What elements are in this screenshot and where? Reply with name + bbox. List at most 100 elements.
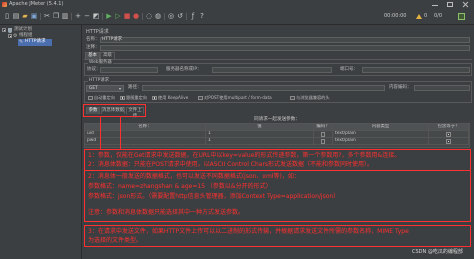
tab-content-border: [84, 59, 472, 60]
log-viewer-icon[interactable]: [458, 13, 465, 20]
start-no-pauses-icon[interactable]: ▷: [114, 12, 122, 21]
table-row[interactable]: uid 1 text/plain: [85, 131, 469, 138]
toolbar-separator: [71, 13, 72, 20]
maximize-icon[interactable]: [447, 2, 453, 7]
tab-parameters[interactable]: 参数: [86, 107, 100, 114]
annotation-connector-line: [120, 117, 121, 149]
tree-item-label: 线程组: [19, 32, 33, 38]
protocol-label: 协议：: [87, 67, 101, 72]
reset-search-icon[interactable]: ↺: [176, 12, 184, 21]
paste-icon[interactable]: ▥: [61, 12, 69, 21]
minimize-icon[interactable]: [432, 2, 438, 7]
jmeter-window: Apache JMeter (5.4.1) ▯ ▤ ▰ ▣ ✂ ❐ ▥ + − ◩ ▶ ▷ ■ ● ◌ ◍ ◎ ↺…: [0, 0, 474, 259]
shutdown-icon[interactable]: ●: [132, 12, 140, 21]
params-title: 同请求一起发送参数：: [254, 117, 300, 122]
table-row[interactable]: pwd 1 text/plain: [85, 138, 469, 145]
toggle-icon[interactable]: ◩: [92, 12, 100, 21]
follow-redirects-checkbox[interactable]: [120, 95, 125, 100]
help-icon[interactable]: ?: [198, 12, 206, 21]
redirect-automatically-checkbox[interactable]: [88, 95, 93, 100]
port-label: 端口号：: [340, 67, 358, 72]
option-label: 对POST使用multipart / form-data: [204, 95, 272, 100]
annotation-line: 2：消息体一般发送的数据格式，也可以发送不同数据格式(json、xml等)，如：: [88, 173, 300, 180]
encode-checkbox[interactable]: [320, 139, 326, 144]
method-select[interactable]: GET: [86, 85, 124, 92]
table-header: 名称： 值 编码？ 内容类型 包含等于？: [85, 124, 469, 131]
params-table: 名称： 值 编码？ 内容类型 包含等于？ uid 1 text/plain pw…: [84, 123, 470, 148]
column-header-name[interactable]: 名称：: [85, 124, 206, 131]
collapse-icon[interactable]: [2, 28, 6, 32]
name-input[interactable]: HTTP请求: [100, 37, 470, 43]
param-name-cell[interactable]: pwd: [85, 138, 206, 145]
copy-icon[interactable]: ❐: [52, 12, 60, 21]
warning-icon[interactable]: [416, 14, 422, 19]
annotation-line: 参数格式：name=zhangshan & age=15 （参数以&分开的形式）: [88, 183, 272, 190]
method-value: GET: [89, 85, 98, 91]
param-include-equals-cell[interactable]: [429, 138, 469, 145]
pencil-icon: [19, 40, 24, 45]
param-content-type-cell[interactable]: text/plain: [333, 138, 429, 145]
templates-icon[interactable]: ▤: [12, 12, 20, 21]
tab-files-upload[interactable]: 文件上传: [126, 107, 144, 119]
clear-all-icon[interactable]: ◍: [154, 12, 162, 21]
include-equals-checkbox[interactable]: [446, 132, 451, 137]
gear-icon: [13, 34, 18, 39]
cut-icon[interactable]: ✂: [43, 12, 51, 21]
column-header-encode[interactable]: 编码？: [314, 124, 333, 131]
encode-checkbox[interactable]: [320, 132, 326, 137]
elapsed-time: 00:00:00: [384, 13, 407, 19]
open-icon[interactable]: ▰: [21, 12, 29, 21]
toolbar-separator: [102, 13, 103, 20]
param-encode-cell[interactable]: [314, 131, 333, 138]
multipart-checkbox[interactable]: [198, 95, 203, 100]
collapse-icon[interactable]: [8, 34, 12, 38]
param-include-equals-cell[interactable]: [429, 131, 469, 138]
watermark: CSDN @吃瓜的编程部: [412, 249, 463, 255]
close-icon[interactable]: [462, 2, 468, 7]
include-equals-checkbox[interactable]: [446, 139, 451, 144]
clear-icon[interactable]: ◌: [145, 12, 153, 21]
start-icon[interactable]: ▶: [105, 12, 113, 21]
expand-icon[interactable]: +: [74, 12, 82, 21]
toolbar-separator: [186, 13, 187, 20]
column-header-content-type[interactable]: 内容类型: [333, 124, 429, 131]
test-plan-tree: [0, 25, 81, 259]
search-icon[interactable]: ◎: [167, 12, 175, 21]
column-header-value[interactable]: 值: [206, 124, 314, 131]
column-header-include-equals[interactable]: 包含等于？: [429, 124, 469, 131]
stop-icon[interactable]: ■: [123, 12, 131, 21]
tab-body-data[interactable]: 消息体数据: [101, 107, 125, 114]
protocol-input[interactable]: [100, 67, 158, 73]
tab-advanced[interactable]: 高级: [100, 52, 115, 59]
param-name-cell[interactable]: uid: [85, 131, 206, 138]
annotation-line: 参数格式：json形式。（需要配置http信息头管理器，添加Context Ty…: [88, 193, 340, 200]
tree-item-label: 测试计划: [14, 26, 32, 32]
name-label: 名称：: [86, 37, 100, 42]
path-input[interactable]: [142, 85, 385, 91]
save-icon[interactable]: ▣: [30, 12, 38, 21]
param-value-cell[interactable]: 1: [206, 138, 314, 145]
function-helper-icon[interactable]: ƒ: [189, 12, 197, 21]
param-content-type-cell[interactable]: text/plain: [333, 131, 429, 138]
tree-item-http-request[interactable]: HTTP请求: [18, 39, 52, 46]
option-label: 自动重定向: [94, 95, 115, 100]
annotation-box-params-body: 1：参数，仅能在Get请求中发送数据，在URL中以key=value的形式传递参…: [84, 149, 471, 222]
collapse-icon[interactable]: −: [83, 12, 91, 21]
content-encoding-label: 内容编码：: [389, 85, 412, 90]
split-pane-divider[interactable]: [81, 25, 82, 259]
param-encode-cell[interactable]: [314, 138, 333, 145]
browser-compatible-headers-checkbox[interactable]: [290, 95, 295, 100]
server-input[interactable]: [212, 67, 332, 73]
port-input[interactable]: [362, 67, 470, 73]
annotation-line: 注意：参数和消息体数据只能选择其中一种方式发送参数。: [88, 209, 245, 216]
keepalive-checkbox[interactable]: [152, 95, 157, 100]
name-input-value: HTTP请求: [102, 37, 123, 43]
param-value-cell[interactable]: 1: [206, 131, 314, 138]
new-icon[interactable]: ▯: [3, 12, 11, 21]
tab-basic[interactable]: 基本: [85, 52, 100, 59]
comment-input[interactable]: [100, 45, 470, 51]
option-label: 使用 KeepAlive: [158, 95, 189, 100]
toolbar-separator: [164, 13, 165, 20]
web-server-legend: Web服务器: [88, 59, 113, 65]
content-encoding-input[interactable]: [414, 85, 470, 91]
